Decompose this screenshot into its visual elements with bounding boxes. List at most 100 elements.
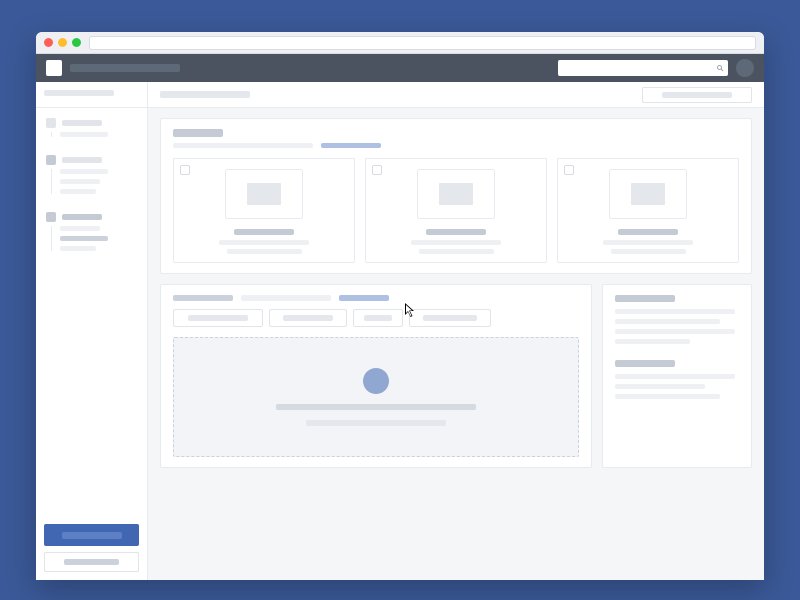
header-action-button[interactable] — [642, 87, 752, 103]
primary-action-button[interactable] — [44, 524, 139, 546]
card-line — [419, 249, 494, 254]
main-content — [148, 108, 764, 478]
breadcrumb — [160, 91, 250, 98]
card-title — [234, 229, 294, 235]
dropzone-text-2 — [306, 420, 446, 426]
maximize-window-button[interactable] — [72, 38, 81, 47]
card-line — [611, 249, 686, 254]
search-icon — [716, 64, 724, 72]
cards-panel-title — [173, 129, 223, 137]
side-block-title — [615, 295, 675, 302]
close-window-button[interactable] — [44, 38, 53, 47]
folder-icon — [46, 212, 56, 222]
folder-icon — [46, 118, 56, 128]
nav-item[interactable] — [60, 246, 96, 251]
side-text-line — [615, 384, 705, 389]
cards-panel-subtitle-link[interactable] — [321, 143, 381, 148]
user-avatar[interactable] — [736, 59, 754, 77]
card-line — [227, 249, 302, 254]
sidebar-header — [36, 82, 147, 108]
nav-group-2-label — [62, 157, 102, 163]
card-thumbnail — [609, 169, 687, 219]
nav-group-1-header[interactable] — [46, 118, 141, 128]
nav-group-3-label — [62, 214, 102, 220]
tab-active[interactable] — [339, 295, 389, 301]
card-list — [173, 158, 739, 263]
nav-item[interactable] — [60, 226, 100, 231]
app-logo[interactable] — [46, 60, 62, 76]
file-dropzone[interactable] — [173, 337, 579, 457]
side-text-line — [615, 339, 690, 344]
card-line — [603, 240, 693, 245]
folder-icon — [46, 155, 56, 165]
filter-label — [364, 315, 392, 321]
card-checkbox[interactable] — [564, 165, 574, 175]
side-text-line — [615, 319, 720, 324]
address-bar[interactable] — [89, 36, 756, 50]
filter-label — [283, 315, 333, 321]
dropzone-text-1 — [276, 404, 476, 410]
window-controls — [44, 38, 81, 47]
browser-titlebar — [36, 32, 764, 54]
card-title — [618, 229, 678, 235]
card-line — [219, 240, 309, 245]
sidebar-footer — [36, 516, 147, 580]
nav-group-3 — [46, 212, 141, 251]
nav-group-1 — [46, 118, 141, 137]
sidebar — [36, 82, 148, 580]
nav-item[interactable] — [60, 169, 108, 174]
cards-panel — [160, 118, 752, 274]
filter-dropdown[interactable] — [353, 309, 403, 327]
secondary-action-label — [64, 559, 119, 565]
upload-panel — [160, 284, 592, 468]
card-title — [426, 229, 486, 235]
main-column — [148, 82, 764, 580]
upload-panel-title — [173, 295, 233, 301]
side-text-line — [615, 309, 735, 314]
filter-dropdown[interactable] — [269, 309, 347, 327]
card-line — [411, 240, 501, 245]
filter-dropdown[interactable] — [409, 309, 491, 327]
filter-label — [423, 315, 477, 321]
nav-item[interactable] — [60, 179, 100, 184]
filter-label — [188, 315, 248, 321]
image-placeholder-icon — [439, 183, 473, 205]
side-text-line — [615, 374, 735, 379]
main-header — [148, 82, 764, 108]
app-title — [70, 64, 180, 72]
card-item[interactable] — [557, 158, 739, 263]
card-item[interactable] — [365, 158, 547, 263]
header-action-label — [662, 92, 732, 98]
tab[interactable] — [241, 295, 331, 301]
nav-group-2 — [46, 155, 141, 194]
minimize-window-button[interactable] — [58, 38, 67, 47]
card-checkbox[interactable] — [372, 165, 382, 175]
nav-item-active[interactable] — [60, 236, 108, 241]
primary-action-label — [62, 532, 122, 539]
card-thumbnail — [225, 169, 303, 219]
lower-row — [160, 284, 752, 468]
side-text-line — [615, 394, 720, 399]
app-body — [36, 82, 764, 580]
search-input[interactable] — [558, 60, 728, 76]
nav-item[interactable] — [60, 132, 108, 137]
side-text-line — [615, 329, 735, 334]
nav-group-3-header[interactable] — [46, 212, 141, 222]
side-info-panel — [602, 284, 752, 468]
sidebar-nav — [36, 108, 147, 516]
filter-dropdown[interactable] — [173, 309, 263, 327]
card-checkbox[interactable] — [180, 165, 190, 175]
card-item[interactable] — [173, 158, 355, 263]
card-thumbnail — [417, 169, 495, 219]
image-placeholder-icon — [247, 183, 281, 205]
app-topnav — [36, 54, 764, 82]
browser-window — [36, 32, 764, 580]
secondary-action-button[interactable] — [44, 552, 139, 572]
nav-item[interactable] — [60, 189, 96, 194]
nav-group-2-header[interactable] — [46, 155, 141, 165]
sidebar-header-label — [44, 90, 114, 96]
cards-panel-subtitle-a — [173, 143, 313, 148]
image-placeholder-icon — [631, 183, 665, 205]
side-block-title — [615, 360, 675, 367]
filter-row — [173, 309, 579, 327]
